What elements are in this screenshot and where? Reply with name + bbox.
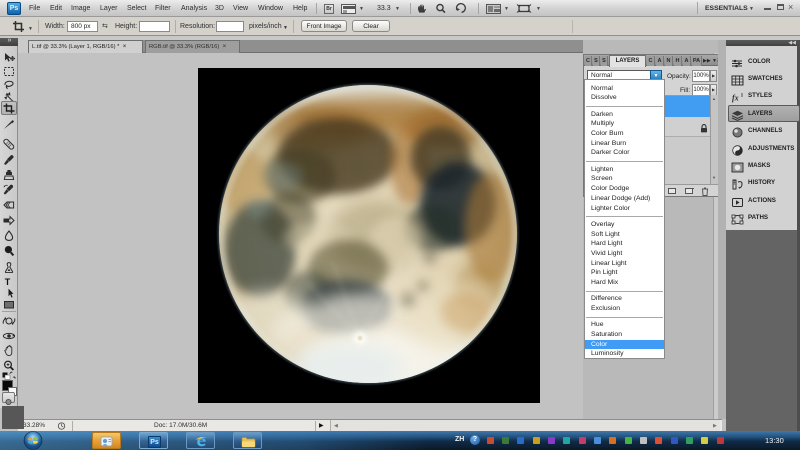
svg-text:fx: fx — [732, 94, 739, 103]
